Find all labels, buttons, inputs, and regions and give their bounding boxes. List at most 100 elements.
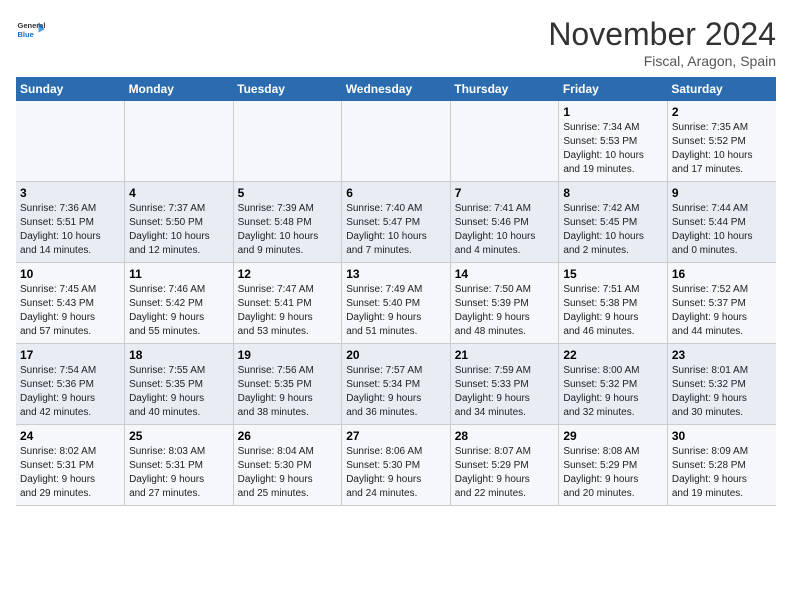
calendar-cell: 26Sunrise: 8:04 AM Sunset: 5:30 PM Dayli… [233, 425, 342, 506]
logo-icon: General Blue [16, 16, 46, 46]
calendar-cell: 21Sunrise: 7:59 AM Sunset: 5:33 PM Dayli… [450, 344, 559, 425]
day-info: Sunrise: 8:03 AM Sunset: 5:31 PM Dayligh… [129, 445, 229, 501]
day-number: 7 [455, 186, 555, 200]
day-info: Sunrise: 8:00 AM Sunset: 5:32 PM Dayligh… [563, 364, 663, 420]
calendar-cell: 7 Sunrise: 7:41 AM Sunset: 5:46 PM Daylig… [450, 182, 559, 263]
calendar-cell [342, 101, 451, 182]
day-number: 20 [346, 348, 446, 362]
day-number: 18 [129, 348, 229, 362]
day-info: Sunrise: 7:49 AM Sunset: 5:40 PM Dayligh… [346, 283, 446, 339]
month-title: November 2024 [548, 16, 776, 53]
calendar-cell: 4Sunrise: 7:37 AM Sunset: 5:50 PM Daylig… [125, 182, 234, 263]
calendar-cell: 15Sunrise: 7:51 AM Sunset: 5:38 PM Dayli… [559, 263, 668, 344]
day-number: 19 [238, 348, 338, 362]
day-number: 8 [563, 186, 663, 200]
calendar-cell [16, 101, 125, 182]
calendar-week-row: 17 Sunrise: 7:54 AM Sunset: 5:36 PM Dayli… [16, 344, 776, 425]
day-info: Sunrise: 7:54 AM Sunset: 5:36 PM Dayligh… [20, 364, 120, 420]
day-number: 4 [129, 186, 229, 200]
calendar-cell: 11Sunrise: 7:46 AM Sunset: 5:42 PM Dayli… [125, 263, 234, 344]
day-info: Sunrise: 7:52 AM Sunset: 5:37 PM Dayligh… [672, 283, 772, 339]
calendar-cell: 25 Sunrise: 8:03 AM Sunset: 5:31 PM Dayli… [125, 425, 234, 506]
calendar-cell: 9Sunrise: 7:44 AM Sunset: 5:44 PM Daylig… [667, 182, 776, 263]
calendar-cell: 1Sunrise: 7:34 AM Sunset: 5:53 PM Daylig… [559, 101, 668, 182]
day-info: Sunrise: 8:07 AM Sunset: 5:29 PM Dayligh… [455, 445, 555, 501]
day-number: 21 [455, 348, 555, 362]
calendar-cell: 20 Sunrise: 7:57 AM Sunset: 5:34 PM Dayli… [342, 344, 451, 425]
weekday-header: Friday [559, 77, 668, 101]
day-info: Sunrise: 7:50 AM Sunset: 5:39 PM Dayligh… [455, 283, 555, 339]
day-number: 22 [563, 348, 663, 362]
day-number: 9 [672, 186, 772, 200]
day-number: 23 [672, 348, 772, 362]
logo: General Blue [16, 16, 46, 46]
day-info: Sunrise: 7:36 AM Sunset: 5:51 PM Dayligh… [20, 202, 120, 258]
day-info: Sunrise: 7:39 AM Sunset: 5:48 PM Dayligh… [238, 202, 338, 258]
calendar-cell: 30 Sunrise: 8:09 AM Sunset: 5:28 PM Dayli… [667, 425, 776, 506]
day-info: Sunrise: 7:40 AM Sunset: 5:47 PM Dayligh… [346, 202, 446, 258]
day-info: Sunrise: 7:47 AM Sunset: 5:41 PM Dayligh… [238, 283, 338, 339]
title-block: November 2024 Fiscal, Aragon, Spain [548, 16, 776, 69]
calendar-cell: 10 Sunrise: 7:45 AM Sunset: 5:43 PM Dayli… [16, 263, 125, 344]
calendar-cell: 16 Sunrise: 7:52 AM Sunset: 5:37 PM Dayli… [667, 263, 776, 344]
day-number: 27 [346, 429, 446, 443]
day-number: 30 [672, 429, 772, 443]
day-info: Sunrise: 7:56 AM Sunset: 5:35 PM Dayligh… [238, 364, 338, 420]
weekday-header: Tuesday [233, 77, 342, 101]
day-info: Sunrise: 7:41 AM Sunset: 5:46 PM Dayligh… [455, 202, 555, 258]
calendar-cell [233, 101, 342, 182]
calendar-cell: 29 Sunrise: 8:08 AM Sunset: 5:29 PM Dayli… [559, 425, 668, 506]
day-number: 5 [238, 186, 338, 200]
calendar-week-row: 24 Sunrise: 8:02 AM Sunset: 5:31 PM Dayli… [16, 425, 776, 506]
day-number: 10 [20, 267, 120, 281]
calendar-cell [125, 101, 234, 182]
day-info: Sunrise: 8:01 AM Sunset: 5:32 PM Dayligh… [672, 364, 772, 420]
calendar-cell: 22 Sunrise: 8:00 AM Sunset: 5:32 PM Dayli… [559, 344, 668, 425]
calendar-week-row: 3 Sunrise: 7:36 AM Sunset: 5:51 PM Daylig… [16, 182, 776, 263]
day-number: 16 [672, 267, 772, 281]
day-number: 15 [563, 267, 663, 281]
weekday-header: Wednesday [342, 77, 451, 101]
calendar-cell: 24 Sunrise: 8:02 AM Sunset: 5:31 PM Dayli… [16, 425, 125, 506]
day-info: Sunrise: 7:57 AM Sunset: 5:34 PM Dayligh… [346, 364, 446, 420]
calendar-cell [450, 101, 559, 182]
day-number: 3 [20, 186, 120, 200]
calendar-cell: 18 Sunrise: 7:55 AM Sunset: 5:35 PM Dayli… [125, 344, 234, 425]
weekday-header: Monday [125, 77, 234, 101]
day-number: 12 [238, 267, 338, 281]
calendar-cell: 12 Sunrise: 7:47 AM Sunset: 5:41 PM Dayli… [233, 263, 342, 344]
calendar-cell: 17 Sunrise: 7:54 AM Sunset: 5:36 PM Dayli… [16, 344, 125, 425]
location-subtitle: Fiscal, Aragon, Spain [548, 53, 776, 69]
day-info: Sunrise: 8:06 AM Sunset: 5:30 PM Dayligh… [346, 445, 446, 501]
day-number: 25 [129, 429, 229, 443]
day-info: Sunrise: 8:02 AM Sunset: 5:31 PM Dayligh… [20, 445, 120, 501]
calendar-cell: 14Sunrise: 7:50 AM Sunset: 5:39 PM Dayli… [450, 263, 559, 344]
page-header: General Blue November 2024 Fiscal, Arago… [16, 16, 776, 69]
calendar-cell: 5 Sunrise: 7:39 AM Sunset: 5:48 PM Daylig… [233, 182, 342, 263]
weekday-header: Sunday [16, 77, 125, 101]
svg-text:Blue: Blue [18, 30, 34, 39]
calendar-cell: 3 Sunrise: 7:36 AM Sunset: 5:51 PM Daylig… [16, 182, 125, 263]
calendar-cell: 2Sunrise: 7:35 AM Sunset: 5:52 PM Daylig… [667, 101, 776, 182]
day-info: Sunrise: 7:45 AM Sunset: 5:43 PM Dayligh… [20, 283, 120, 339]
weekday-header: Saturday [667, 77, 776, 101]
calendar-cell: 19 Sunrise: 7:56 AM Sunset: 5:35 PM Dayli… [233, 344, 342, 425]
day-number: 29 [563, 429, 663, 443]
day-number: 11 [129, 267, 229, 281]
calendar-cell: 27 Sunrise: 8:06 AM Sunset: 5:30 PM Dayli… [342, 425, 451, 506]
day-number: 28 [455, 429, 555, 443]
weekday-header-row: SundayMondayTuesdayWednesdayThursdayFrid… [16, 77, 776, 101]
calendar-cell: 6 Sunrise: 7:40 AM Sunset: 5:47 PM Daylig… [342, 182, 451, 263]
calendar-cell: 28 Sunrise: 8:07 AM Sunset: 5:29 PM Dayli… [450, 425, 559, 506]
day-number: 6 [346, 186, 446, 200]
day-info: Sunrise: 8:09 AM Sunset: 5:28 PM Dayligh… [672, 445, 772, 501]
day-info: Sunrise: 7:55 AM Sunset: 5:35 PM Dayligh… [129, 364, 229, 420]
weekday-header: Thursday [450, 77, 559, 101]
day-info: Sunrise: 8:08 AM Sunset: 5:29 PM Dayligh… [563, 445, 663, 501]
day-number: 17 [20, 348, 120, 362]
calendar-cell: 13 Sunrise: 7:49 AM Sunset: 5:40 PM Dayli… [342, 263, 451, 344]
day-info: Sunrise: 7:35 AM Sunset: 5:52 PM Dayligh… [672, 121, 772, 177]
day-number: 24 [20, 429, 120, 443]
day-number: 13 [346, 267, 446, 281]
day-number: 26 [238, 429, 338, 443]
